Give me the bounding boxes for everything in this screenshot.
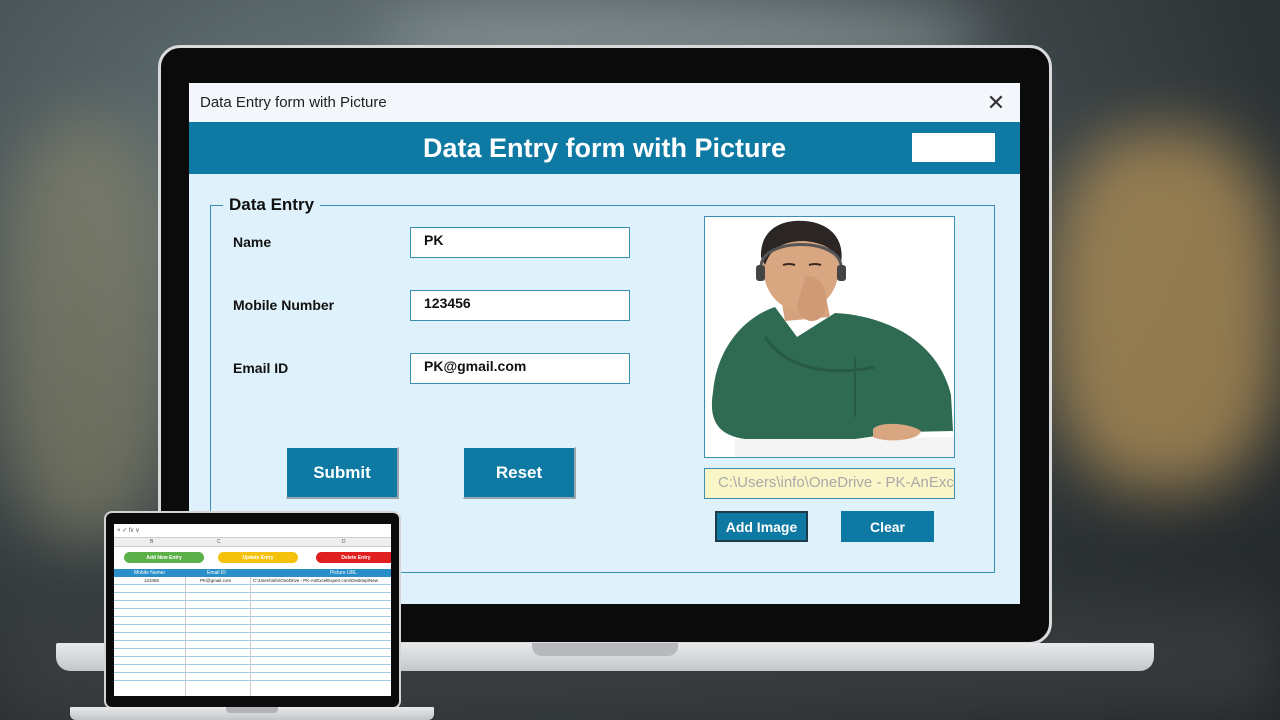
column-divider	[185, 577, 186, 696]
column-letter-c: C	[217, 539, 221, 545]
table-row[interactable]	[114, 625, 391, 633]
mobile-number-input[interactable]: 123456	[410, 290, 630, 321]
add-image-button[interactable]: Add Image	[715, 511, 808, 542]
email-id-label: Email ID	[233, 360, 289, 376]
reset-button[interactable]: Reset	[463, 447, 576, 499]
sheet-button-bar: Add New Entry Update Entry Delete Entry	[114, 547, 391, 569]
cell-mobile: 123456	[144, 578, 160, 583]
name-input[interactable]: PK	[410, 227, 630, 258]
table-header-picture-url: Picture URL	[330, 570, 357, 576]
delete-entry-button[interactable]: Delete Entry	[316, 552, 391, 563]
formula-bar: × ✓ fx ∨	[114, 524, 391, 538]
close-icon[interactable]: ✕	[984, 91, 1008, 114]
submit-button[interactable]: Submit	[286, 447, 399, 499]
table-row[interactable]	[114, 633, 391, 641]
table-row[interactable]	[114, 593, 391, 601]
table-header: Mobile Numer Email ID Picture URL	[114, 569, 391, 577]
laptop-notch	[532, 643, 678, 656]
clear-button[interactable]: Clear	[841, 511, 934, 542]
name-label: Name	[233, 234, 272, 250]
banner-title: Data Entry form with Picture	[422, 132, 787, 163]
email-id-input[interactable]: PK@gmail.com	[410, 353, 630, 384]
dialog-titlebar: Data Entry form with Picture ✕	[189, 83, 1020, 122]
column-header-bar: B C D	[114, 538, 391, 547]
table-row[interactable]	[114, 649, 391, 657]
dialog-window-title: Data Entry form with Picture	[200, 94, 387, 111]
picture-box	[704, 216, 955, 458]
table-row[interactable]	[114, 665, 391, 673]
cell-email: PK@gmail.com	[200, 578, 232, 583]
form-banner: Data Entry form with Picture	[189, 122, 1020, 174]
person-photo	[705, 217, 954, 457]
background-shelf-right	[1050, 130, 1280, 490]
frame-title: Data Entry	[223, 195, 321, 215]
background-shelf	[0, 120, 170, 540]
column-letter-b: B	[150, 539, 154, 545]
banner-white-box	[912, 133, 995, 162]
table-row[interactable]	[114, 673, 391, 681]
cell-picture-url: C:\Users\info\OneDrive - PK-AnExcelExper…	[253, 578, 379, 583]
column-letter-d: D	[342, 539, 346, 545]
table-row[interactable]	[114, 601, 391, 609]
update-entry-button[interactable]: Update Entry	[218, 552, 298, 563]
picture-path-field[interactable]: C:\Users\info\OneDrive - PK-AnExcelE	[704, 468, 955, 499]
spreadsheet: × ✓ fx ∨ B C D Add New Entry Update Entr…	[114, 524, 391, 696]
table-row[interactable]	[114, 657, 391, 665]
column-divider	[250, 577, 251, 696]
table-row[interactable]: 123456 PK@gmail.com C:\Users\info\OneDri…	[114, 577, 391, 585]
table-header-mobile: Mobile Numer	[134, 570, 166, 576]
table-row[interactable]	[114, 609, 391, 617]
mini-laptop-notch	[226, 707, 278, 713]
table-header-email: Email ID	[207, 570, 226, 576]
table-row[interactable]	[114, 585, 391, 593]
mobile-number-label: Mobile Number	[233, 297, 335, 313]
add-new-entry-button[interactable]: Add New Entry	[124, 552, 204, 563]
table-row[interactable]	[114, 641, 391, 649]
table-row[interactable]	[114, 617, 391, 625]
